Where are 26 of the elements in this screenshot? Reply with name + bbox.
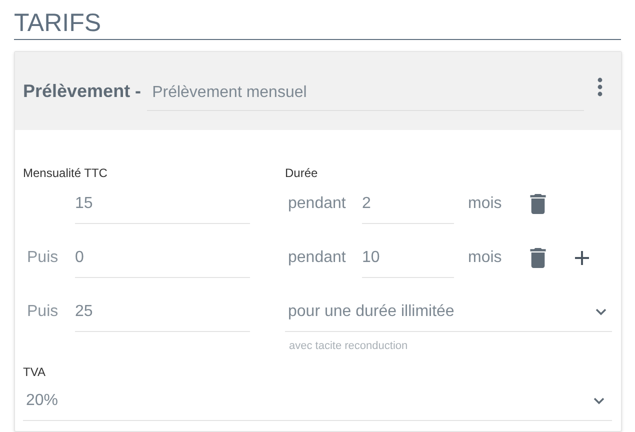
more-vertical-icon[interactable]: [597, 77, 604, 97]
trash-icon[interactable]: [530, 248, 546, 268]
section-title: TARIFS: [14, 8, 621, 40]
duration-field[interactable]: 2: [362, 184, 454, 224]
chevron-down-icon: [595, 308, 607, 316]
field-label: TVA: [23, 364, 46, 380]
payment-type-label: Prélèvement -: [23, 80, 142, 102]
column-label: Durée: [285, 165, 318, 182]
plus-icon[interactable]: [574, 250, 590, 266]
column-label: Mensualité TTC: [23, 165, 108, 182]
unit-label: mois: [468, 194, 503, 214]
amount-field[interactable]: 15: [75, 184, 250, 224]
trash-icon[interactable]: [530, 194, 546, 214]
chevron-down-icon: [593, 397, 605, 405]
hint-text: avec tacite reconduction: [288, 339, 409, 354]
unit-label: mois: [468, 248, 503, 268]
name-field[interactable]: Prélèvement mensuel: [147, 75, 584, 111]
amount-field[interactable]: 25: [75, 292, 250, 332]
duration-select[interactable]: pour une durée illimitée: [285, 292, 612, 332]
row-prefix: Puis: [27, 249, 58, 266]
amount-field[interactable]: 0: [75, 238, 250, 278]
vat-select[interactable]: 20%: [23, 382, 612, 420]
duration-prefix: pendant: [287, 248, 347, 268]
duration-field[interactable]: 10: [362, 238, 454, 278]
row-prefix: Puis: [27, 303, 58, 320]
duration-prefix: pendant: [287, 194, 347, 214]
